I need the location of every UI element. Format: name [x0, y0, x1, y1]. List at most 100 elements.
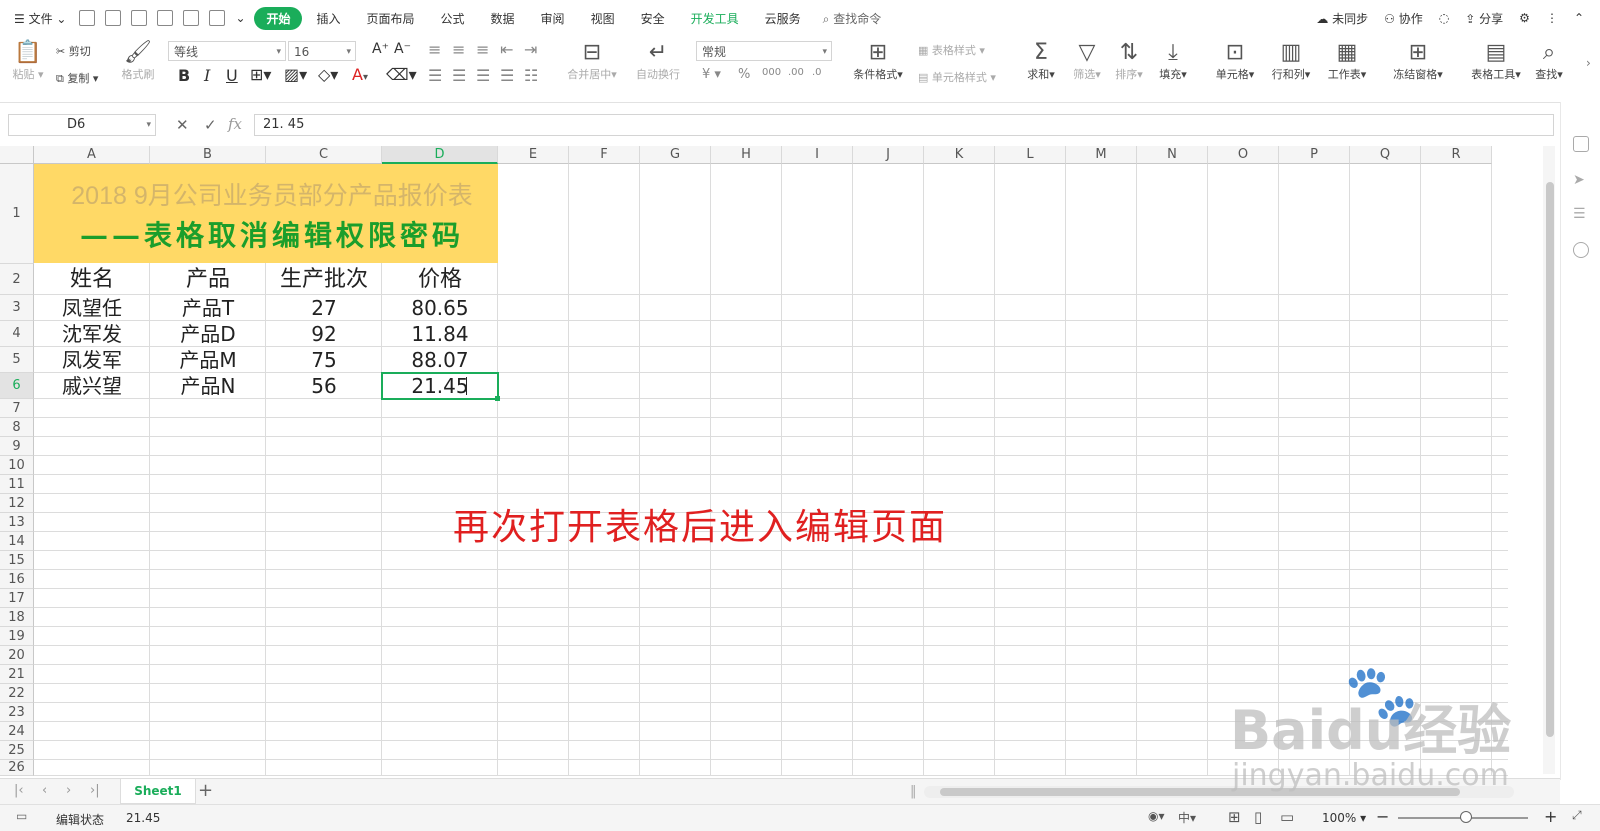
data-cell[interactable]: 56	[266, 373, 382, 399]
row-header-9[interactable]: 9	[0, 437, 34, 456]
data-cell[interactable]: 11.84	[382, 321, 498, 347]
collaborate-button[interactable]: ⚇ 协作	[1376, 10, 1431, 27]
row-header-19[interactable]: 19	[0, 627, 34, 646]
align-middle-icon[interactable]: ≡	[452, 40, 465, 59]
copy-button[interactable]: ⧉ 复制 ▾	[56, 70, 98, 86]
name-box[interactable]: D6 ▾	[8, 114, 156, 136]
column-header-g[interactable]: G	[640, 146, 711, 164]
row-header-23[interactable]: 23	[0, 703, 34, 722]
tab-insert[interactable]: 插入	[308, 10, 348, 27]
worksheet-button[interactable]: ▦ 工作表▾	[1324, 40, 1370, 82]
data-cell[interactable]: 92	[266, 321, 382, 347]
fill-color-icon[interactable]: ◇▾	[318, 65, 338, 84]
clear-format-icon[interactable]: ⌫▾	[386, 65, 417, 84]
share-button[interactable]: ⇪ 分享	[1457, 10, 1511, 27]
data-cell[interactable]: 产品D	[150, 321, 266, 347]
row-header-16[interactable]: 16	[0, 570, 34, 589]
zoom-slider-handle[interactable]	[1460, 811, 1472, 823]
column-header-i[interactable]: I	[782, 146, 853, 164]
tab-formulas[interactable]: 公式	[433, 10, 473, 27]
freeze-panes-button[interactable]: ⊞ 冻结窗格▾	[1390, 40, 1446, 82]
cursor-icon[interactable]: ➤	[1573, 172, 1589, 188]
justify-icon[interactable]: ☰	[500, 66, 514, 85]
header-cell[interactable]: 生产批次	[266, 264, 382, 295]
currency-icon[interactable]: ¥ ▾	[702, 67, 721, 82]
sliders-icon[interactable]: ☰	[1573, 206, 1589, 222]
file-menu[interactable]: ☰ 文件 ⌄	[0, 10, 74, 27]
tab-security[interactable]: 安全	[633, 10, 673, 27]
vertical-scroll-thumb[interactable]	[1546, 182, 1554, 737]
settings-icon[interactable]: ⚙	[1511, 11, 1538, 25]
column-header-f[interactable]: F	[569, 146, 640, 164]
confirm-icon[interactable]: ✓	[204, 116, 217, 134]
data-cell[interactable]: 凤望任	[34, 295, 150, 321]
row-header-6[interactable]: 6	[0, 373, 34, 399]
ribbon-scroll-right-icon[interactable]: ›	[1586, 56, 1591, 70]
header-cell[interactable]: 产品	[150, 264, 266, 295]
row-header-17[interactable]: 17	[0, 589, 34, 608]
column-header-e[interactable]: E	[498, 146, 569, 164]
filter-button[interactable]: ▽ 筛选▾	[1068, 40, 1106, 82]
header-cell[interactable]: 姓名	[34, 264, 150, 295]
monitor-icon[interactable]: ▭	[16, 809, 27, 823]
bold-icon[interactable]: B	[178, 66, 190, 85]
row-header-7[interactable]: 7	[0, 399, 34, 418]
sync-status[interactable]: ☁ 未同步	[1308, 10, 1376, 27]
font-name-select[interactable]: 等线 ▾	[168, 41, 286, 61]
table-tools-button[interactable]: ▤ 表格工具▾	[1468, 40, 1524, 82]
fill-pattern-icon[interactable]: ▨▾	[284, 65, 307, 84]
row-header-24[interactable]: 24	[0, 722, 34, 741]
tab-review[interactable]: 审阅	[533, 10, 573, 27]
data-cell[interactable]: 80.65	[382, 295, 498, 321]
row-header-8[interactable]: 8	[0, 418, 34, 437]
next-sheet-icon[interactable]: ›	[66, 783, 71, 798]
underline-icon[interactable]: U	[226, 66, 238, 85]
align-right-icon[interactable]: ☰	[476, 66, 490, 85]
column-header-l[interactable]: L	[995, 146, 1066, 164]
collapse-ribbon-icon[interactable]: ⌃	[1566, 11, 1600, 25]
format-painter-button[interactable]: 🖌 格式刷	[118, 40, 158, 82]
search-command[interactable]: ⌕ 查找命令	[815, 10, 890, 27]
column-header-b[interactable]: B	[150, 146, 266, 164]
row-header-26[interactable]: 26	[0, 760, 34, 776]
row-header-5[interactable]: 5	[0, 347, 34, 373]
language-icon[interactable]: 中▾	[1178, 809, 1196, 826]
number-format-select[interactable]: 常规 ▾	[696, 41, 832, 61]
row-header-20[interactable]: 20	[0, 646, 34, 665]
save-icon[interactable]	[105, 10, 122, 26]
fill-handle[interactable]	[495, 396, 500, 401]
tab-page-layout[interactable]: 页面布局	[359, 10, 423, 27]
sort-button[interactable]: ⇅ 排序▾	[1110, 40, 1148, 82]
increase-font-icon[interactable]: A⁺	[372, 41, 389, 57]
undo-icon[interactable]: ⌄	[235, 11, 249, 25]
row-header-1[interactable]: 1	[0, 164, 34, 264]
panel-icon[interactable]	[1573, 136, 1589, 152]
column-header-p[interactable]: P	[1279, 146, 1350, 164]
wrap-text-button[interactable]: ↵ 自动换行	[632, 40, 684, 82]
align-top-icon[interactable]: ≡	[428, 40, 441, 59]
decrease-font-icon[interactable]: A⁻	[394, 41, 411, 57]
column-header-c[interactable]: C	[266, 146, 382, 164]
thousands-icon[interactable]: 000	[762, 67, 781, 78]
data-cell[interactable]: 75	[266, 347, 382, 373]
row-header-2[interactable]: 2	[0, 264, 34, 295]
italic-icon[interactable]: I	[204, 66, 210, 85]
column-header-a[interactable]: A	[34, 146, 150, 164]
data-cell[interactable]: 戚兴望	[34, 373, 150, 399]
data-cell[interactable]: 88.07	[382, 347, 498, 373]
paste-button[interactable]: 📋 粘贴 ▾	[10, 40, 46, 82]
find-button[interactable]: ⌕ 查找▾	[1532, 40, 1566, 82]
page-break-view-icon[interactable]: ▭	[1280, 808, 1294, 826]
formula-input[interactable]: 21. 45	[254, 114, 1554, 136]
data-cell[interactable]: 产品M	[150, 347, 266, 373]
tab-developer[interactable]: 开发工具	[683, 10, 747, 27]
new-icon[interactable]	[79, 10, 96, 26]
row-header-21[interactable]: 21	[0, 665, 34, 684]
cut-button[interactable]: ✂ 剪切	[56, 43, 91, 59]
conditional-format-button[interactable]: ⊞ 条件格式▾	[850, 40, 906, 82]
column-header-n[interactable]: N	[1137, 146, 1208, 164]
row-header-22[interactable]: 22	[0, 684, 34, 703]
add-sheet-icon[interactable]: +	[198, 780, 213, 801]
column-header-h[interactable]: H	[711, 146, 782, 164]
data-cell[interactable]: 27	[266, 295, 382, 321]
